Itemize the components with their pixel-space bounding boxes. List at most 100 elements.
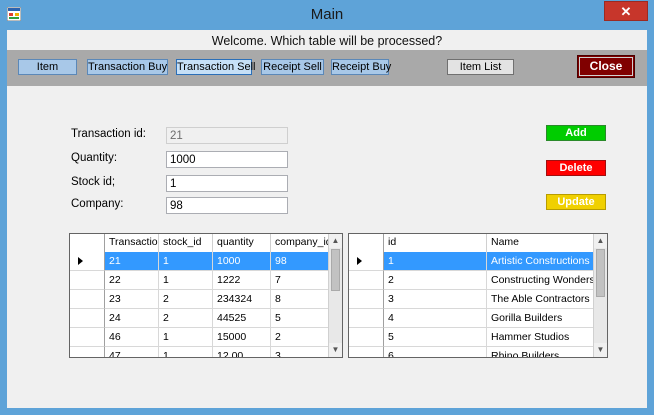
item-button[interactable]: Item — [18, 59, 77, 75]
row-header[interactable] — [349, 347, 384, 357]
row-header[interactable] — [349, 290, 384, 309]
cell-name[interactable]: Constructing Wonders — [487, 271, 594, 290]
cell-quantity[interactable]: 44525 — [213, 309, 271, 328]
cell-transaction[interactable]: 46 — [105, 328, 159, 347]
receipt-sell-button[interactable]: Receipt Sell — [261, 59, 324, 75]
table-row[interactable]: 4 Gorilla Builders — [349, 309, 594, 328]
table-row[interactable]: 23 2 234324 8 — [70, 290, 329, 309]
cell-transaction[interactable]: 21 — [105, 252, 159, 271]
scroll-up-icon[interactable]: ▲ — [329, 234, 342, 248]
cell-name[interactable]: Artistic Constructions — [487, 252, 594, 271]
cell-id[interactable]: 4 — [384, 309, 487, 328]
table-row[interactable]: 6 Rhino Builders — [349, 347, 594, 357]
cell-name[interactable]: Hammer Studios — [487, 328, 594, 347]
column-header-id[interactable]: id — [384, 234, 487, 252]
cell-quantity[interactable]: 1222 — [213, 271, 271, 290]
cell-stock-id[interactable]: 1 — [159, 347, 213, 357]
companies-grid[interactable]: id Name 1 Artistic Constructions 2 Const… — [348, 233, 608, 358]
table-row[interactable]: 24 2 44525 5 — [70, 309, 329, 328]
scroll-down-icon[interactable]: ▼ — [329, 343, 342, 357]
cell-company-id[interactable]: 98 — [271, 252, 329, 271]
cell-stock-id[interactable]: 1 — [159, 271, 213, 290]
update-button[interactable]: Update — [546, 194, 606, 210]
cell-id[interactable]: 5 — [384, 328, 487, 347]
column-header-transaction[interactable]: Transaction — [105, 234, 159, 252]
cell-id[interactable]: 2 — [384, 271, 487, 290]
cell-name[interactable]: The Able Contractors — [487, 290, 594, 309]
window-title: Main — [310, 6, 344, 23]
company-field[interactable] — [166, 197, 288, 214]
cell-stock-id[interactable]: 1 — [159, 328, 213, 347]
row-header[interactable] — [349, 271, 384, 290]
scroll-up-icon[interactable]: ▲ — [594, 234, 607, 248]
table-row[interactable]: 5 Hammer Studios — [349, 328, 594, 347]
cell-quantity[interactable]: 234324 — [213, 290, 271, 309]
table-row[interactable]: 21 1 1000 98 — [70, 252, 329, 271]
column-header-name[interactable]: Name — [487, 234, 594, 252]
add-button[interactable]: Add — [546, 125, 606, 141]
current-row-arrow-icon — [78, 257, 83, 265]
cell-id[interactable]: 1 — [384, 252, 487, 271]
item-list-button[interactable]: Item List — [447, 59, 514, 75]
table-row[interactable]: 3 The Able Contractors — [349, 290, 594, 309]
cell-name[interactable]: Rhino Builders — [487, 347, 594, 357]
transaction-id-label: Transaction id: — [71, 128, 146, 140]
row-header[interactable] — [70, 252, 105, 271]
column-header-stock-id[interactable]: stock_id — [159, 234, 213, 252]
quantity-field[interactable] — [166, 151, 288, 168]
cell-id[interactable]: 6 — [384, 347, 487, 357]
title-bar[interactable]: Main ✕ — [0, 0, 654, 30]
table-row[interactable]: 47 1 12.00 3 — [70, 347, 329, 357]
cell-company-id[interactable]: 5 — [271, 309, 329, 328]
window-close-button[interactable]: ✕ — [604, 1, 648, 21]
scroll-down-icon[interactable]: ▼ — [594, 343, 607, 357]
transaction-buy-button[interactable]: Transaction Buy — [87, 59, 168, 75]
stock-id-field[interactable] — [166, 175, 288, 192]
column-header-company-id[interactable]: company_id — [271, 234, 329, 252]
transactions-scrollbar[interactable]: ▲ ▼ — [328, 234, 342, 357]
transactions-grid[interactable]: Transaction stock_id quantity company_id… — [69, 233, 343, 358]
scroll-thumb[interactable] — [596, 249, 605, 297]
cell-id[interactable]: 3 — [384, 290, 487, 309]
scroll-thumb[interactable] — [331, 249, 340, 291]
row-header[interactable] — [70, 328, 105, 347]
transaction-sell-button[interactable]: Transaction Sell — [176, 59, 255, 75]
welcome-text: Welcome. Which table will be processed? — [211, 34, 443, 48]
cell-company-id[interactable]: 2 — [271, 328, 329, 347]
cell-company-id[interactable]: 8 — [271, 290, 329, 309]
current-row-arrow-icon — [357, 257, 362, 265]
cell-transaction[interactable]: 47 — [105, 347, 159, 357]
main-window: Main ✕ Welcome. Which table will be proc… — [0, 0, 654, 415]
row-header[interactable] — [70, 347, 105, 357]
companies-grid-header: id Name — [349, 234, 594, 252]
delete-button[interactable]: Delete — [546, 160, 606, 176]
stock-id-label: Stock id; — [71, 176, 116, 188]
cell-stock-id[interactable]: 2 — [159, 290, 213, 309]
table-row[interactable]: 46 1 15000 2 — [70, 328, 329, 347]
table-row[interactable]: 1 Artistic Constructions — [349, 252, 594, 271]
companies-row-header-corner — [349, 234, 384, 252]
row-header[interactable] — [349, 252, 384, 271]
row-header[interactable] — [70, 271, 105, 290]
cell-quantity[interactable]: 15000 — [213, 328, 271, 347]
row-header[interactable] — [70, 290, 105, 309]
companies-scrollbar[interactable]: ▲ ▼ — [593, 234, 607, 357]
cell-name[interactable]: Gorilla Builders — [487, 309, 594, 328]
cell-stock-id[interactable]: 1 — [159, 252, 213, 271]
cell-company-id[interactable]: 7 — [271, 271, 329, 290]
receipt-buy-button[interactable]: Receipt Buy — [331, 59, 391, 75]
cell-transaction[interactable]: 23 — [105, 290, 159, 309]
table-row[interactable]: 2 Constructing Wonders — [349, 271, 594, 290]
cell-transaction[interactable]: 24 — [105, 309, 159, 328]
cell-stock-id[interactable]: 2 — [159, 309, 213, 328]
row-header[interactable] — [349, 309, 384, 328]
cell-quantity[interactable]: 1000 — [213, 252, 271, 271]
cell-transaction[interactable]: 22 — [105, 271, 159, 290]
cell-company-id[interactable]: 3 — [271, 347, 329, 357]
close-button[interactable]: Close — [577, 55, 635, 78]
column-header-quantity[interactable]: quantity — [213, 234, 271, 252]
row-header[interactable] — [70, 309, 105, 328]
cell-quantity[interactable]: 12.00 — [213, 347, 271, 357]
row-header[interactable] — [349, 328, 384, 347]
table-row[interactable]: 22 1 1222 7 — [70, 271, 329, 290]
